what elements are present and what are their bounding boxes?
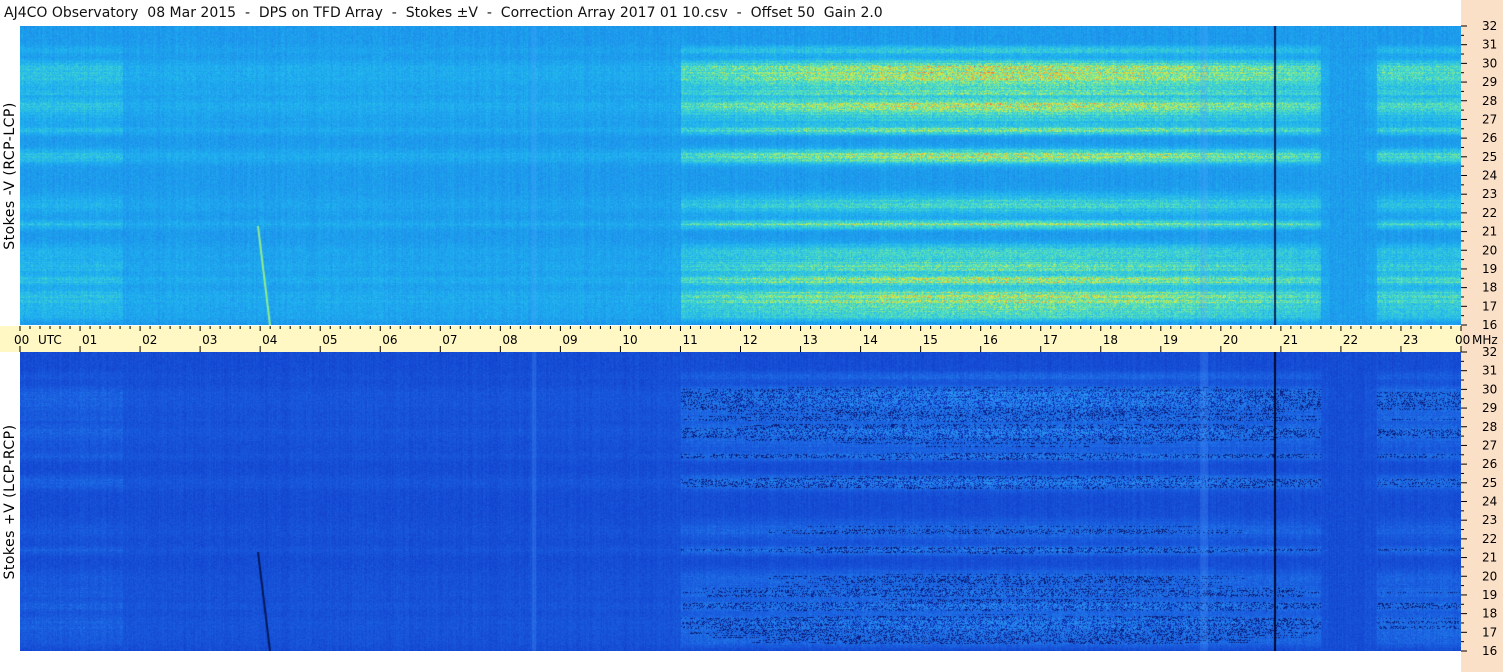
y-tick-label-1-6: 22 <box>1482 532 1497 546</box>
x-tick-label-21: 21 <box>1283 333 1298 347</box>
x-tick-label-5: 05 <box>322 333 337 347</box>
y-tick-label-1-15: 31 <box>1482 364 1497 378</box>
y-tick-label-1-0: 16 <box>1482 644 1497 658</box>
y-tick-label-0-0: 16 <box>1482 318 1497 332</box>
x-tick-label-24: 00 <box>1455 333 1470 347</box>
x-tick-label-1: 01 <box>82 333 97 347</box>
utc-label: UTC <box>38 333 62 347</box>
x-tick-label-19: 19 <box>1163 333 1178 347</box>
y-tick-label-0-14: 30 <box>1482 56 1497 70</box>
y-tick-label-0-7: 23 <box>1482 187 1497 201</box>
x-tick-label-13: 13 <box>803 333 818 347</box>
axes-overlay: 00 01 02 03 04 05 06 07 08 09 10 11 12 13 14 15 16 17 18 19… <box>14 19 1498 658</box>
y-tick-label-0-3: 19 <box>1482 262 1497 276</box>
x-tick-label-17: 17 <box>1043 333 1058 347</box>
x-tick-label-0: 00 <box>14 333 29 347</box>
y-tick-label-0-16: 32 <box>1482 19 1497 33</box>
x-tick-label-15: 15 <box>923 333 938 347</box>
x-tick-label-4: 04 <box>262 333 277 347</box>
y-tick-label-1-2: 18 <box>1482 607 1497 621</box>
y-tick-label-1-5: 21 <box>1482 551 1497 565</box>
y-tick-label-0-6: 22 <box>1482 206 1497 220</box>
y-tick-label-1-4: 20 <box>1482 569 1497 583</box>
x-tick-label-3: 03 <box>202 333 217 347</box>
x-tick-label-9: 09 <box>562 333 577 347</box>
x-tick-label-14: 14 <box>863 333 878 347</box>
x-tick-label-23: 23 <box>1403 333 1418 347</box>
y-tick-label-1-9: 25 <box>1482 476 1497 490</box>
y-tick-label-0-2: 18 <box>1482 281 1497 295</box>
y-tick-label-0-10: 26 <box>1482 131 1497 145</box>
y-tick-label-1-7: 23 <box>1482 513 1497 527</box>
x-tick-label-16: 16 <box>983 333 998 347</box>
y-tick-label-0-15: 31 <box>1482 38 1497 52</box>
y-tick-label-1-16: 32 <box>1482 345 1497 359</box>
y-tick-label-1-12: 28 <box>1482 420 1497 434</box>
x-tick-label-8: 08 <box>502 333 517 347</box>
x-tick-label-7: 07 <box>442 333 457 347</box>
y-tick-label-0-9: 25 <box>1482 150 1497 164</box>
y-tick-label-1-13: 29 <box>1482 401 1497 415</box>
y-tick-label-0-8: 24 <box>1482 169 1497 183</box>
y-tick-label-1-10: 26 <box>1482 457 1497 471</box>
y-tick-label-0-5: 21 <box>1482 225 1497 239</box>
y-tick-label-0-11: 27 <box>1482 112 1497 126</box>
y-tick-label-0-1: 17 <box>1482 299 1497 313</box>
y-tick-label-1-8: 24 <box>1482 495 1497 509</box>
x-tick-label-2: 02 <box>142 333 157 347</box>
y-tick-label-1-14: 30 <box>1482 382 1497 396</box>
y-tick-label-0-4: 20 <box>1482 243 1497 257</box>
x-tick-label-12: 12 <box>743 333 758 347</box>
x-tick-label-11: 11 <box>682 333 697 347</box>
x-tick-label-22: 22 <box>1343 333 1358 347</box>
y-tick-label-1-3: 19 <box>1482 588 1497 602</box>
x-tick-label-18: 18 <box>1103 333 1118 347</box>
x-tick-label-20: 20 <box>1223 333 1238 347</box>
y-tick-label-0-13: 29 <box>1482 75 1497 89</box>
y-tick-label-0-12: 28 <box>1482 94 1497 108</box>
y-tick-label-1-1: 17 <box>1482 625 1497 639</box>
x-tick-label-6: 06 <box>382 333 397 347</box>
x-tick-label-10: 10 <box>622 333 637 347</box>
y-tick-label-1-11: 27 <box>1482 438 1497 452</box>
